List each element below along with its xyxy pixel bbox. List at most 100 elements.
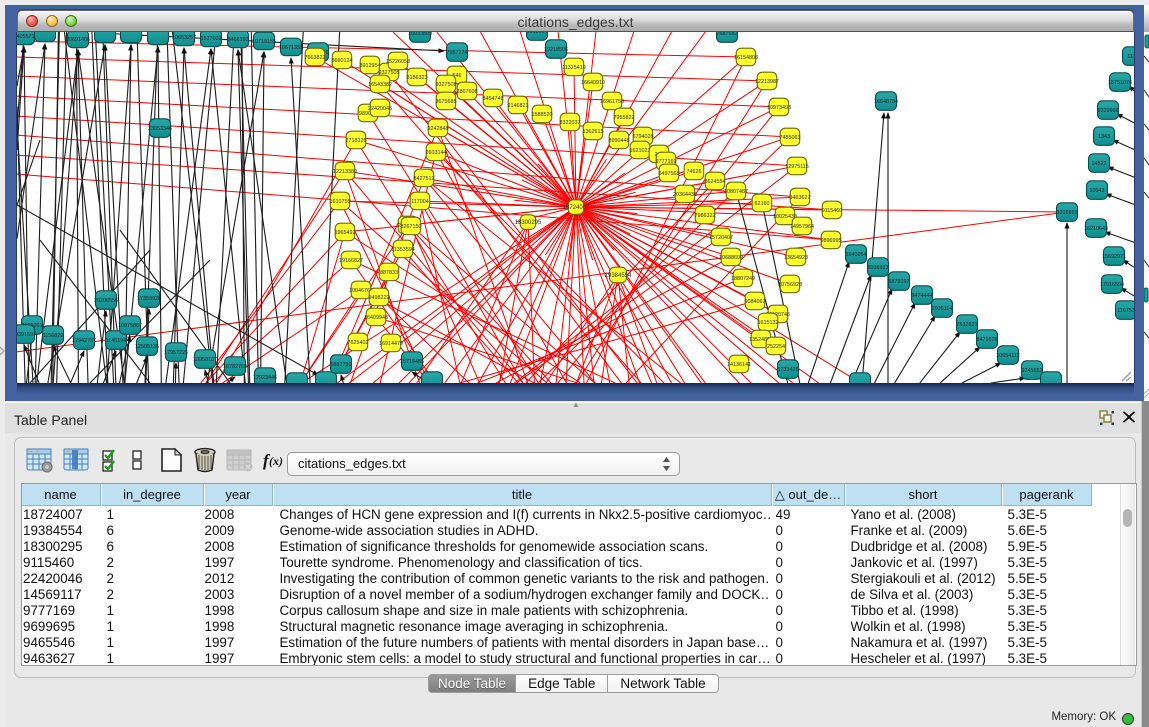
- svg-text:1156829: 1156829: [43, 333, 64, 339]
- svg-text:20206556: 20206556: [94, 298, 118, 304]
- svg-text:20691406: 20691406: [66, 37, 90, 43]
- svg-text:1405571: 1405571: [17, 34, 35, 40]
- svg-text:22420046: 22420046: [368, 106, 392, 112]
- svg-text:1112: 1112: [1127, 54, 1134, 60]
- svg-text:19166827: 19166827: [339, 258, 363, 264]
- svg-text:(x): (x): [269, 454, 283, 468]
- svg-text:252254: 252254: [767, 344, 785, 350]
- svg-text:8454749: 8454749: [483, 96, 504, 102]
- svg-text:20364436: 20364436: [673, 192, 697, 198]
- svg-text:15716485: 15716485: [400, 359, 424, 365]
- svg-text:1965492: 1965492: [335, 230, 356, 236]
- svg-text:10688609: 10688609: [719, 255, 743, 261]
- svg-text:9896995: 9896995: [821, 238, 842, 244]
- svg-text:3624554: 3624554: [705, 179, 726, 185]
- svg-text:12975115: 12975115: [785, 164, 809, 170]
- svg-text:2603144: 2603144: [426, 150, 447, 156]
- svg-text:19384554: 19384554: [605, 273, 632, 279]
- svg-text:8660124: 8660124: [332, 58, 353, 64]
- svg-text:7485063: 7485063: [780, 135, 801, 141]
- svg-text:7955822: 7955822: [614, 115, 635, 121]
- svg-text:1610755: 1610755: [330, 199, 351, 205]
- svg-text:10719155: 10719155: [252, 39, 276, 45]
- svg-text:7986322: 7986322: [695, 213, 716, 219]
- svg-text:15751074: 15751074: [1108, 80, 1132, 86]
- svg-text:16640910: 16640910: [581, 80, 605, 86]
- svg-text:62160: 62160: [755, 201, 770, 207]
- svg-text:74626: 74626: [687, 169, 702, 175]
- svg-text:16782759: 16782759: [223, 364, 247, 370]
- svg-text:9084067: 9084067: [745, 299, 766, 305]
- svg-text:8938923: 8938923: [868, 265, 889, 271]
- svg-text:16409948: 16409948: [364, 315, 388, 321]
- svg-text:16648784: 16648784: [874, 99, 898, 105]
- svg-text:116753: 116753: [1117, 308, 1134, 314]
- svg-text:1527602: 1527602: [201, 36, 222, 42]
- svg-text:1640954: 1640954: [846, 252, 867, 258]
- svg-text:9115460: 9115460: [822, 208, 843, 214]
- svg-text:1343: 1343: [1098, 134, 1110, 140]
- svg-text:10958107: 10958107: [193, 357, 217, 363]
- svg-text:9474444: 9474444: [912, 293, 933, 299]
- svg-text:10654112: 10654112: [996, 353, 1020, 359]
- svg-text:8186323: 8186323: [407, 75, 428, 81]
- svg-text:9245652: 9245652: [1022, 368, 1043, 374]
- svg-text:9327508: 9327508: [436, 82, 457, 88]
- svg-text:6794028: 6794028: [633, 134, 654, 140]
- svg-text:9498222: 9498222: [369, 295, 390, 301]
- svg-text:10943: 10943: [1090, 188, 1105, 194]
- svg-text:9329966: 9329966: [1098, 108, 1119, 114]
- svg-text:117004: 117004: [411, 199, 429, 205]
- svg-text:15720407: 15720407: [709, 235, 733, 241]
- svg-text:9242848: 9242848: [428, 126, 449, 132]
- svg-text:16033809: 16033809: [408, 32, 432, 37]
- svg-text:16210643: 16210643: [1084, 226, 1108, 232]
- svg-text:18300295: 18300295: [515, 220, 542, 226]
- svg-text:1362615: 1362615: [583, 129, 604, 135]
- svg-text:17016504: 17016504: [1100, 282, 1124, 288]
- svg-text:8322037: 8322037: [560, 120, 581, 126]
- svg-text:23053346: 23053346: [148, 126, 172, 132]
- svg-text:2718126: 2718126: [346, 138, 367, 144]
- svg-text:7632621: 7632621: [957, 322, 978, 328]
- svg-text:10671355: 10671355: [279, 45, 303, 51]
- svg-text:6497568: 6497568: [659, 171, 680, 177]
- svg-text:1145194: 1145194: [106, 338, 127, 344]
- svg-text:10973493: 10973493: [767, 105, 791, 111]
- svg-text:16914479: 16914479: [379, 341, 403, 347]
- svg-text:12923446: 12923446: [253, 375, 277, 381]
- svg-text:7663822: 7663822: [305, 55, 326, 61]
- svg-text:8427512: 8427512: [414, 176, 435, 182]
- svg-text:6879197: 6879197: [889, 279, 910, 285]
- svg-text:10653257: 10653257: [172, 35, 196, 41]
- svg-text:15226058: 15226058: [386, 59, 410, 65]
- svg-text:12942737: 12942737: [72, 338, 96, 344]
- svg-text:2687682: 2687682: [717, 32, 738, 37]
- svg-text:11325419: 11325419: [562, 65, 586, 71]
- svg-text:8471676: 8471676: [977, 337, 998, 343]
- svg-text:9463627: 9463627: [790, 195, 811, 201]
- svg-text:10975867: 10975867: [118, 323, 142, 329]
- svg-text:14522: 14522: [1092, 161, 1107, 167]
- svg-text:19218506: 19218506: [544, 47, 568, 53]
- svg-text:7957224: 7957224: [447, 50, 468, 56]
- svg-text:2867608: 2867608: [457, 89, 478, 95]
- svg-text:13654923: 13654923: [784, 255, 808, 261]
- svg-text:8267150: 8267150: [401, 224, 422, 230]
- svg-text:16961758: 16961758: [600, 99, 624, 105]
- svg-text:12213987: 12213987: [755, 79, 779, 85]
- svg-text:1733426: 1733426: [778, 367, 799, 373]
- svg-text:10756928: 10756928: [778, 282, 802, 288]
- svg-text:3215955: 3215955: [1057, 210, 1078, 216]
- svg-text:7625402: 7625402: [348, 340, 369, 346]
- svg-text:3675685: 3675685: [436, 99, 457, 105]
- svg-text:8813054: 8813054: [527, 32, 548, 35]
- svg-text:8466160: 8466160: [228, 37, 249, 43]
- svg-text:8990448: 8990448: [609, 138, 630, 144]
- svg-text:12213389: 12213389: [333, 169, 357, 175]
- svg-text:9857791: 9857791: [331, 362, 352, 368]
- svg-text:2935114: 2935114: [932, 306, 953, 312]
- svg-text:18807249: 18807249: [731, 276, 755, 282]
- svg-text:17359928: 17359928: [137, 296, 161, 302]
- svg-text:10807487: 10807487: [724, 189, 748, 195]
